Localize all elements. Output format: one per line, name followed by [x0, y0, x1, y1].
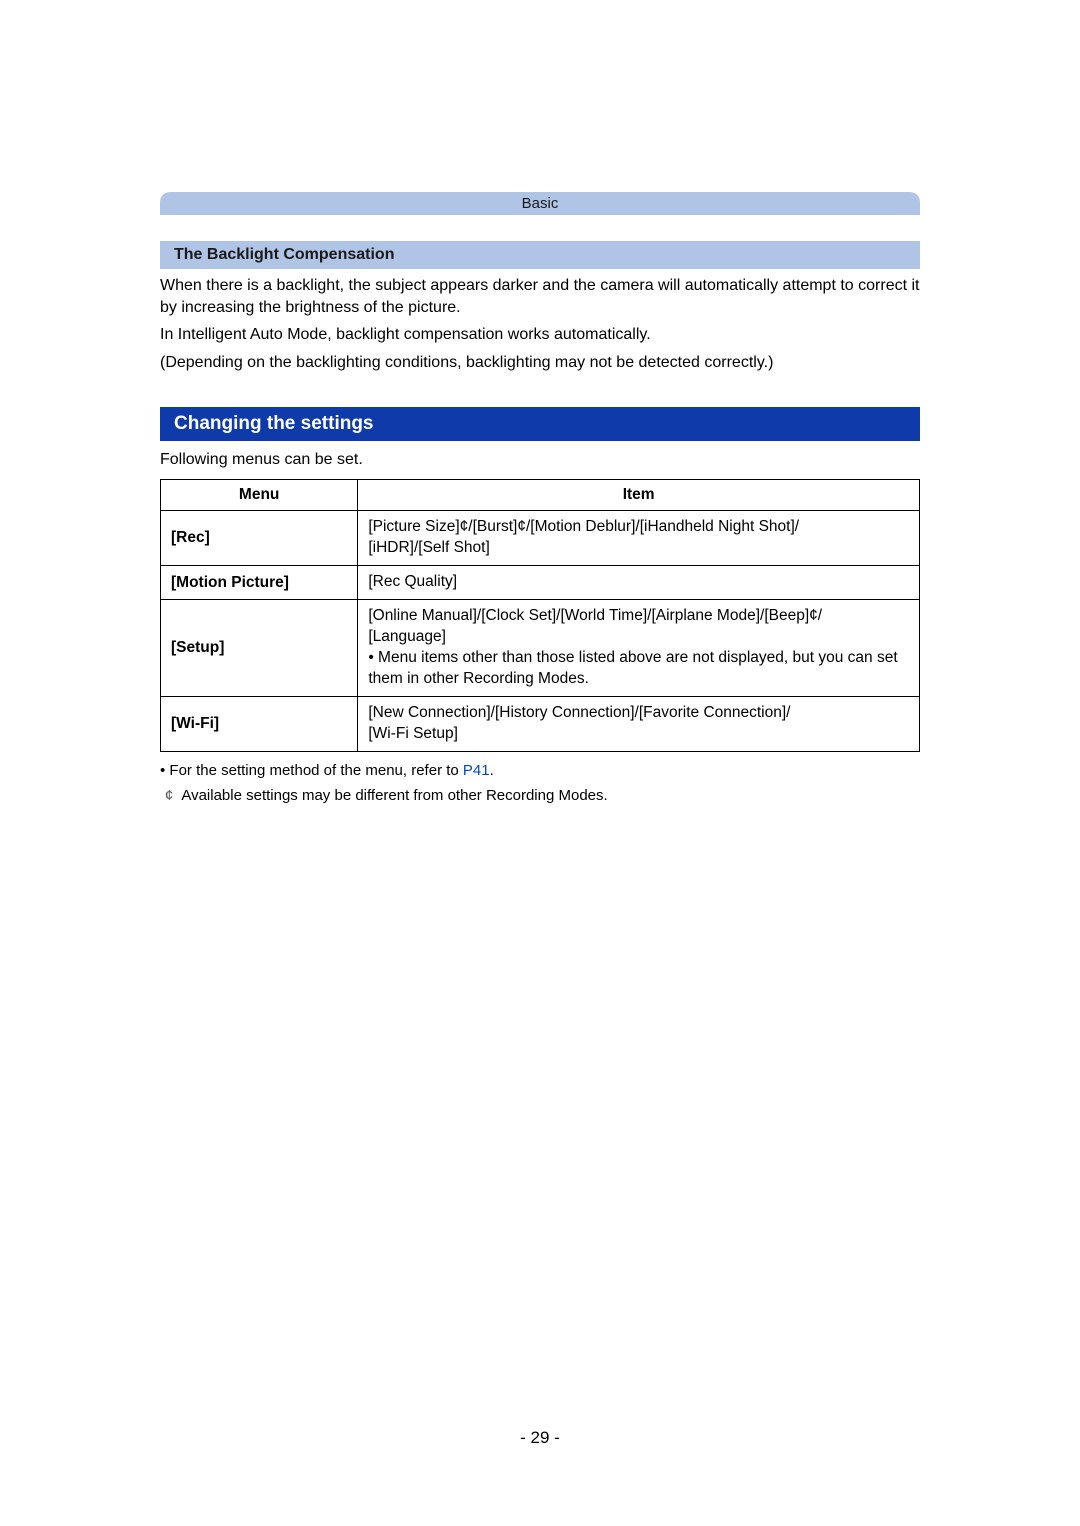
item-line: [Rec Quality]	[368, 572, 909, 593]
item-line: [Wi-Fi Setup]	[368, 724, 909, 745]
table-row: [Rec] [Picture Size]¢/[Burst]¢/[Motion D…	[161, 511, 920, 566]
section-heading: Changing the settings	[160, 407, 920, 441]
table-header-row: Menu Item	[161, 480, 920, 511]
body-paragraph-1: When there is a backlight, the subject a…	[160, 275, 920, 318]
col-header-menu: Menu	[161, 480, 358, 511]
footnote: • For the setting method of the menu, re…	[160, 760, 920, 781]
table-row: [Wi-Fi] [New Connection]/[History Connec…	[161, 696, 920, 751]
item-line: [Online Manual]/[Clock Set]/[World Time]…	[368, 606, 909, 627]
asterisk-text: Available settings may be different from…	[181, 787, 607, 804]
page-number: - 29 -	[0, 1428, 1080, 1448]
menu-cell: [Rec]	[161, 511, 358, 566]
asterisk-note: ¢ Available settings may be different fr…	[160, 785, 920, 806]
item-line: [Picture Size]¢/[Burst]¢/[Motion Deblur]…	[368, 517, 909, 538]
section-heading-text: Changing the settings	[174, 413, 374, 434]
table-row: [Motion Picture] [Rec Quality]	[161, 566, 920, 600]
menu-cell: [Motion Picture]	[161, 566, 358, 600]
menu-cell: [Wi-Fi]	[161, 696, 358, 751]
subsection-header: The Backlight Compensation	[160, 241, 920, 269]
item-line: [iHDR]/[Self Shot]	[368, 538, 909, 559]
item-line: [New Connection]/[History Connection]/[F…	[368, 703, 909, 724]
item-cell: [Online Manual]/[Clock Set]/[World Time]…	[358, 600, 920, 697]
body-paragraph-2: In Intelligent Auto Mode, backlight comp…	[160, 324, 920, 346]
item-cell: [Picture Size]¢/[Burst]¢/[Motion Deblur]…	[358, 511, 920, 566]
menu-table: Menu Item [Rec] [Picture Size]¢/[Burst]¢…	[160, 479, 920, 751]
body-paragraph-3: (Depending on the backlighting condition…	[160, 352, 920, 374]
page-content: Basic The Backlight Compensation When th…	[0, 0, 1080, 806]
asterisk-symbol: ¢	[160, 785, 178, 806]
item-line: • Menu items other than those listed abo…	[368, 648, 909, 690]
chapter-label: Basic	[522, 195, 559, 212]
menu-cell: [Setup]	[161, 600, 358, 697]
subsection-title: The Backlight Compensation	[174, 246, 394, 263]
item-line: [Language]	[368, 627, 909, 648]
table-row: [Setup] [Online Manual]/[Clock Set]/[Wor…	[161, 600, 920, 697]
col-header-item: Item	[358, 480, 920, 511]
intro-text: Following menus can be set.	[160, 451, 920, 469]
footnote-suffix: .	[490, 762, 494, 779]
item-cell: [Rec Quality]	[358, 566, 920, 600]
chapter-tab: Basic	[160, 192, 920, 215]
item-cell: [New Connection]/[History Connection]/[F…	[358, 696, 920, 751]
footnote-prefix: • For the setting method of the menu, re…	[160, 762, 463, 779]
page-reference-link[interactable]: P41	[463, 762, 490, 779]
